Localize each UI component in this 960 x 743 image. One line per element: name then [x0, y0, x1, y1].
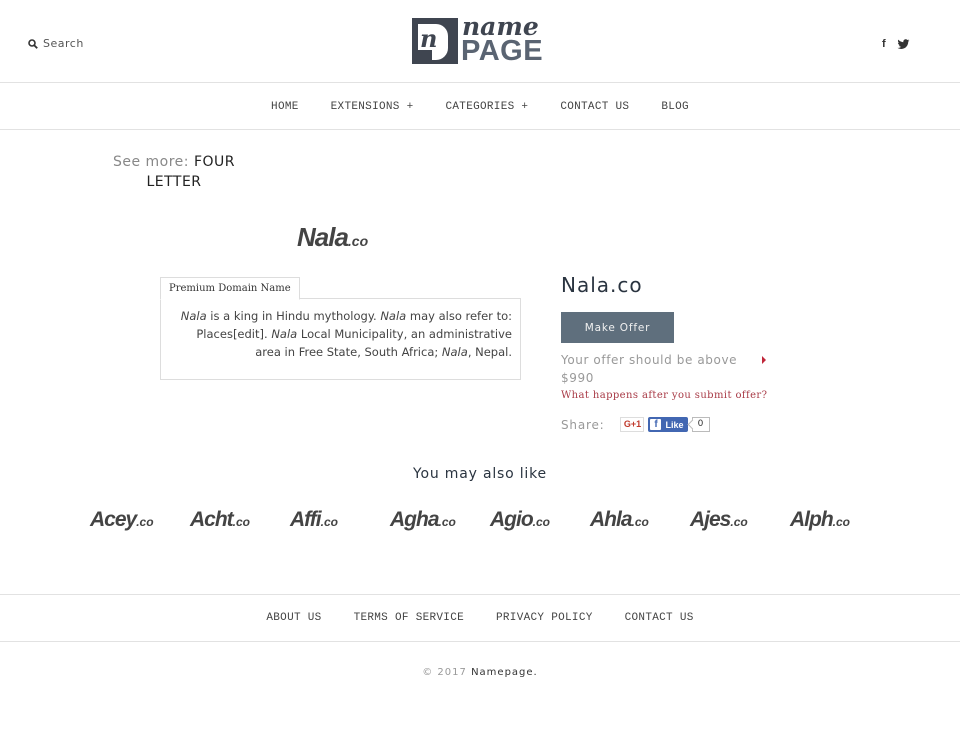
- related-domain[interactable]: Affi.co: [290, 508, 390, 532]
- nav-extensions[interactable]: EXTENSIONS +: [331, 101, 414, 113]
- description-emphasis: Nala: [180, 309, 207, 323]
- also-like-heading: You may also like: [413, 466, 547, 482]
- nav-home[interactable]: HOME: [271, 101, 299, 113]
- related-domain-name: Acht: [190, 508, 234, 531]
- search-icon: [28, 38, 38, 49]
- footer-nav: ABOUT US TERMS OF SERVICE PRIVACY POLICY…: [0, 594, 960, 642]
- tab-premium-domain[interactable]: Premium Domain Name: [160, 277, 300, 300]
- see-more-label: See more:: [112, 154, 190, 170]
- related-domain[interactable]: Agio.co: [490, 508, 590, 532]
- search-label: Search: [43, 37, 84, 50]
- google-plus-button[interactable]: G+1: [620, 417, 645, 432]
- related-domain-name: Acey: [90, 508, 137, 531]
- domain-logo-name: Nala: [297, 222, 349, 252]
- minimum-offer-price: $990: [561, 371, 594, 385]
- description-emphasis: Nala: [380, 309, 407, 323]
- copyright-text: © 2017: [422, 667, 467, 678]
- copyright: © 2017 Namepage.: [0, 667, 960, 678]
- footer-privacy-policy[interactable]: PRIVACY POLICY: [496, 612, 593, 624]
- nav-categories[interactable]: CATEGORIES +: [445, 101, 528, 113]
- related-domain[interactable]: Alph.co: [790, 508, 890, 532]
- minimum-offer: Your offer should be above $990: [561, 351, 771, 387]
- description-emphasis: Nala: [271, 327, 298, 341]
- copyright-brand-link[interactable]: Namepage.: [471, 667, 538, 678]
- main-nav: HOME EXTENSIONS + CATEGORIES + CONTACT U…: [0, 84, 960, 130]
- related-domain-tld: .co: [136, 515, 154, 529]
- domain-logo: Nala.co: [297, 222, 368, 253]
- offer-help-link[interactable]: What happens after you submit offer?: [561, 390, 767, 401]
- description-text: , Nepal.: [467, 345, 512, 359]
- share-label: Share:: [561, 417, 605, 432]
- related-domain-tld: .co: [320, 515, 338, 529]
- related-domain-tld: .co: [532, 515, 550, 529]
- related-domain-tld: .co: [631, 515, 649, 529]
- related-domain-name: Agha: [390, 508, 439, 531]
- footer-terms-of-service[interactable]: TERMS OF SERVICE: [354, 612, 464, 624]
- caret-right-icon[interactable]: [762, 356, 766, 364]
- make-offer-button[interactable]: Make Offer: [561, 312, 674, 343]
- facebook-like-count: 0: [691, 417, 710, 432]
- related-domain-tld: .co: [832, 515, 850, 529]
- description-emphasis: Nala: [441, 345, 468, 359]
- footer-contact-us[interactable]: CONTACT US: [625, 612, 694, 624]
- related-domain[interactable]: Acht.co: [190, 508, 290, 532]
- nav-contact-us[interactable]: CONTACT US: [560, 101, 629, 113]
- related-domain-name: Alph: [790, 508, 834, 531]
- site-header: Search n name PAGE f: [0, 0, 960, 83]
- related-domain-name: Ajes: [690, 508, 731, 531]
- related-domain-name: Affi: [290, 508, 322, 531]
- facebook-icon[interactable]: f: [882, 38, 886, 50]
- description-text: is a king in Hindu mythology.: [206, 309, 381, 323]
- related-domain[interactable]: Acey.co: [90, 508, 190, 532]
- related-domain[interactable]: Agha.co: [390, 508, 490, 532]
- related-domain-name: Ahla: [590, 508, 633, 531]
- share-bar: Share: G+1 f Like 0: [561, 417, 710, 432]
- related-domain-tld: .co: [438, 515, 456, 529]
- related-domain[interactable]: Ajes.co: [690, 508, 790, 532]
- logo-bottom-text: PAGE: [461, 35, 544, 67]
- facebook-like-button[interactable]: f Like: [648, 417, 688, 432]
- logo-mark: n: [412, 18, 458, 64]
- see-more: See more: FOUR LETTER: [104, 152, 244, 192]
- domain-logo-tld: .co: [347, 233, 369, 249]
- related-domain-name: Agio: [490, 508, 534, 531]
- facebook-like-label: Like: [665, 419, 684, 430]
- social-links: f: [882, 38, 910, 50]
- site-logo[interactable]: n name PAGE: [412, 12, 550, 67]
- footer-about-us[interactable]: ABOUT US: [266, 612, 321, 624]
- facebook-icon: f: [650, 419, 662, 430]
- domain-description: Nala is a king in Hindu mythology. Nala …: [160, 298, 521, 380]
- minimum-offer-text: Your offer should be above: [561, 353, 738, 367]
- twitter-icon[interactable]: [897, 38, 910, 50]
- related-domain-tld: .co: [730, 515, 748, 529]
- related-domain-tld: .co: [232, 515, 251, 529]
- related-domains: Acey.co Acht.co Affi.co Agha.co Agio.co …: [90, 508, 890, 532]
- domain-title: Nala.co: [561, 273, 643, 297]
- related-domain[interactable]: Ahla.co: [590, 508, 690, 532]
- logo-mark-letter: n: [420, 24, 438, 53]
- search-button[interactable]: Search: [28, 37, 84, 50]
- nav-blog[interactable]: BLOG: [661, 101, 689, 113]
